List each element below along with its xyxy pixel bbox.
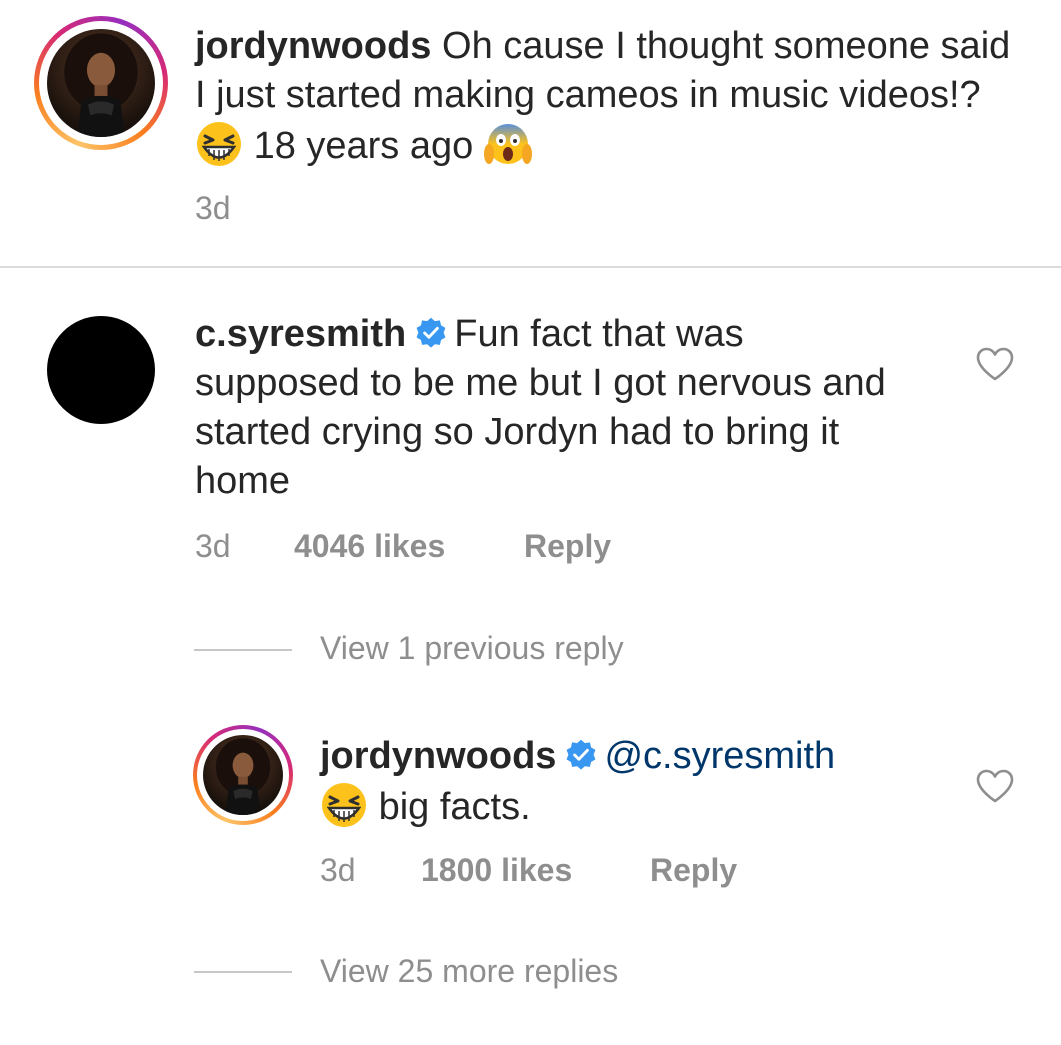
mention-link[interactable]: @c.syresmith — [604, 735, 835, 777]
comment-meta: 3d — [320, 852, 356, 889]
avatar-photo-icon — [215, 738, 271, 815]
grinning-squinting-face-icon — [197, 122, 241, 166]
divider — [0, 266, 1061, 268]
view-previous-replies-label[interactable]: View 1 previous reply — [320, 630, 624, 666]
avatar-ring[interactable] — [193, 725, 293, 825]
avatar-ring[interactable] — [34, 16, 168, 150]
comment-username[interactable]: jordynwoods — [320, 735, 556, 777]
likes-count[interactable]: 4046 likes — [294, 528, 445, 565]
comment-time: 3d — [195, 190, 231, 226]
view-more-replies-label[interactable]: View 25 more replies — [320, 953, 618, 989]
view-more-replies-button[interactable]: View 25 more replies — [320, 953, 618, 990]
view-previous-replies-button[interactable]: View 1 previous reply — [320, 630, 624, 667]
comment-meta: 3d — [195, 528, 231, 565]
avatar-photo-icon — [64, 33, 138, 137]
comment-body: jordynwoods Oh cause I thought someone s… — [195, 22, 1015, 171]
comment-username[interactable]: c.syresmith — [195, 313, 406, 355]
comment-text: big facts. — [378, 786, 531, 828]
face-screaming-in-fear-icon — [483, 124, 532, 164]
heart-outline-icon[interactable] — [975, 768, 1015, 804]
comment-body: c.syresmith Fun fact that was supposed t… — [195, 310, 915, 506]
avatar — [47, 29, 155, 137]
grinning-squinting-face-icon — [322, 783, 366, 827]
avatar[interactable] — [47, 316, 155, 424]
comment-meta: 3d — [195, 190, 231, 227]
reply-button[interactable]: Reply — [650, 852, 737, 889]
verified-badge-icon — [416, 317, 446, 348]
reply-label[interactable]: Reply — [524, 528, 611, 564]
comment-text-2: 18 years ago — [253, 125, 474, 167]
likes-label[interactable]: 4046 likes — [294, 528, 445, 564]
likes-count[interactable]: 1800 likes — [421, 852, 572, 889]
likes-label[interactable]: 1800 likes — [421, 852, 572, 888]
comment-time: 3d — [195, 528, 231, 564]
reply-line — [194, 971, 292, 973]
reply-button[interactable]: Reply — [524, 528, 611, 565]
comment-time: 3d — [320, 852, 356, 888]
reply-line — [194, 649, 292, 651]
comment-username[interactable]: jordynwoods — [195, 25, 431, 67]
avatar — [203, 735, 283, 815]
heart-outline-icon[interactable] — [975, 346, 1015, 382]
verified-badge-icon — [567, 739, 596, 770]
comment-body: jordynwoods @c.syresmith big facts. — [320, 732, 940, 832]
reply-label[interactable]: Reply — [650, 852, 737, 888]
